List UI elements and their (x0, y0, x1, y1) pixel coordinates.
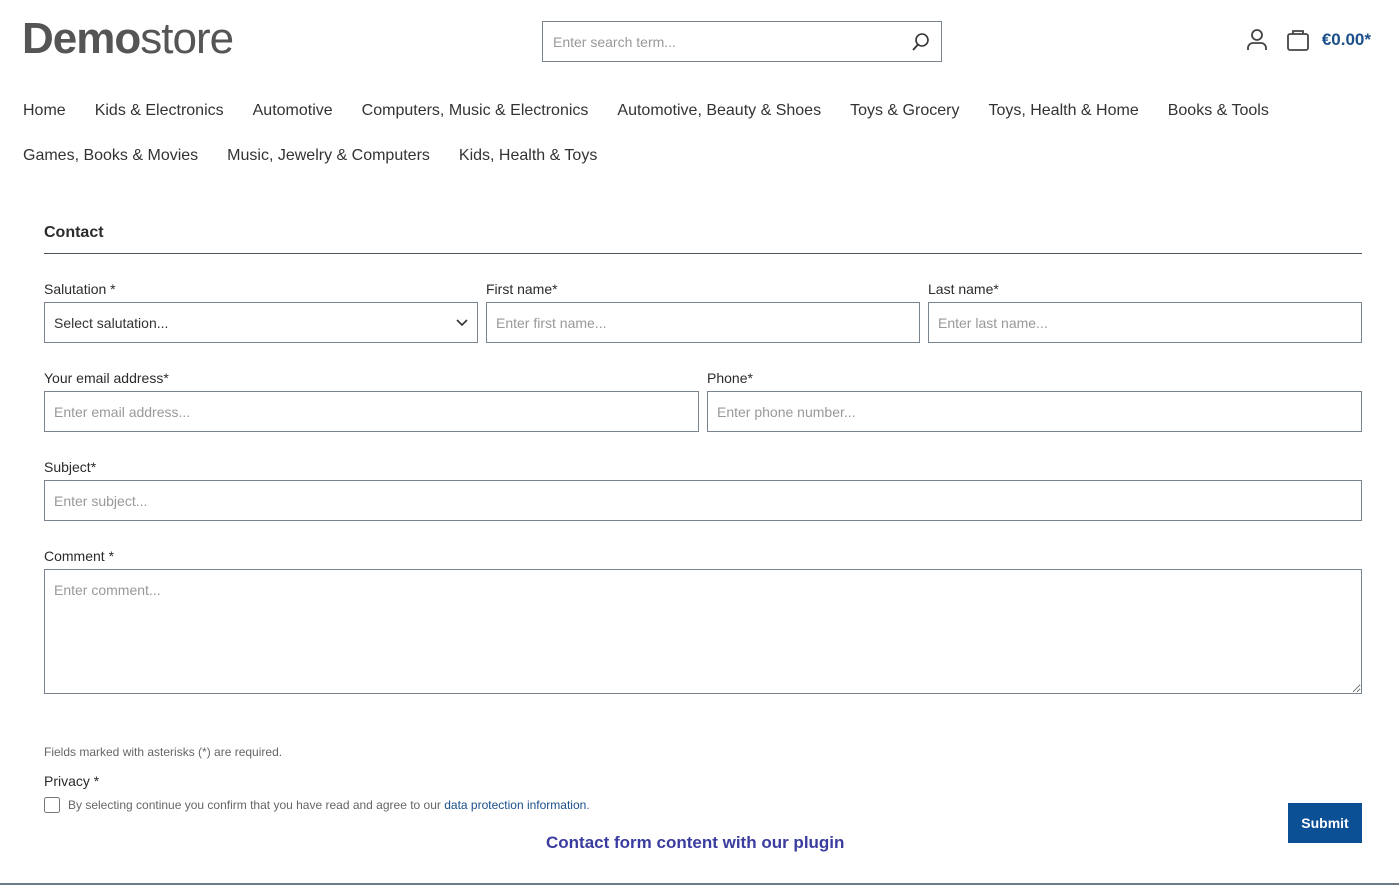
form-title: Contact (44, 224, 1362, 254)
comment-label: Comment * (44, 548, 115, 564)
nav-item[interactable]: Games, Books & Movies (23, 133, 198, 178)
email-input[interactable] (44, 391, 699, 432)
bottom-divider (0, 883, 1399, 885)
search-box (542, 21, 942, 62)
cart-total[interactable]: €0.00* (1322, 30, 1371, 50)
subject-input[interactable] (44, 480, 1362, 521)
last-name-input[interactable] (928, 302, 1362, 343)
logo-light: store (140, 14, 234, 63)
account-icon[interactable] (1246, 28, 1268, 52)
nav-item[interactable]: Home (23, 88, 66, 133)
nav-item[interactable]: Automotive (253, 88, 333, 133)
subject-label: Subject* (44, 459, 97, 475)
search-icon[interactable] (911, 32, 931, 52)
privacy-text: By selecting continue you confirm that y… (68, 798, 590, 812)
comment-textarea[interactable] (44, 569, 1362, 694)
nav-item[interactable]: Kids & Electronics (95, 88, 224, 133)
main-nav: Home Kids & Electronics Automotive Computer… (23, 88, 1383, 178)
search-input[interactable] (553, 33, 911, 50)
email-label: Your email address* (44, 370, 169, 386)
nav-item[interactable]: Music, Jewelry & Computers (227, 133, 430, 178)
submit-button[interactable]: Submit (1288, 803, 1362, 843)
privacy-text-body: By selecting continue you confirm that y… (68, 798, 445, 812)
nav-item[interactable]: Books & Tools (1168, 88, 1269, 133)
first-name-input[interactable] (486, 302, 920, 343)
logo-bold: Demo (22, 14, 141, 63)
cart-icon[interactable] (1286, 28, 1310, 52)
nav-item[interactable]: Kids, Health & Toys (459, 133, 597, 178)
salutation-value: Select salutation... (54, 314, 169, 331)
first-name-label: First name* (486, 281, 558, 297)
privacy-text-end: . (586, 798, 590, 812)
phone-input[interactable] (707, 391, 1362, 432)
chevron-down-icon (456, 318, 468, 326)
plugin-caption: Contact form content with our plugin (546, 833, 845, 852)
salutation-select[interactable]: Select salutation... (44, 302, 478, 343)
salutation-label: Salutation * (44, 281, 116, 297)
data-protection-link[interactable]: data protection information (444, 798, 586, 812)
nav-item[interactable]: Computers, Music & Electronics (362, 88, 589, 133)
phone-label: Phone* (707, 370, 753, 386)
contact-form: Contact Salutation * Select salutation...… (44, 224, 1362, 813)
privacy-label: Privacy * (44, 773, 100, 789)
nav-item[interactable]: Toys & Grocery (850, 88, 959, 133)
privacy-checkbox[interactable] (44, 797, 60, 813)
last-name-label: Last name* (928, 281, 999, 297)
nav-item[interactable]: Automotive, Beauty & Shoes (617, 88, 821, 133)
nav-item[interactable]: Toys, Health & Home (988, 88, 1138, 133)
required-note: Fields marked with asterisks (*) are req… (44, 745, 283, 759)
logo[interactable]: Demostore (22, 14, 234, 64)
